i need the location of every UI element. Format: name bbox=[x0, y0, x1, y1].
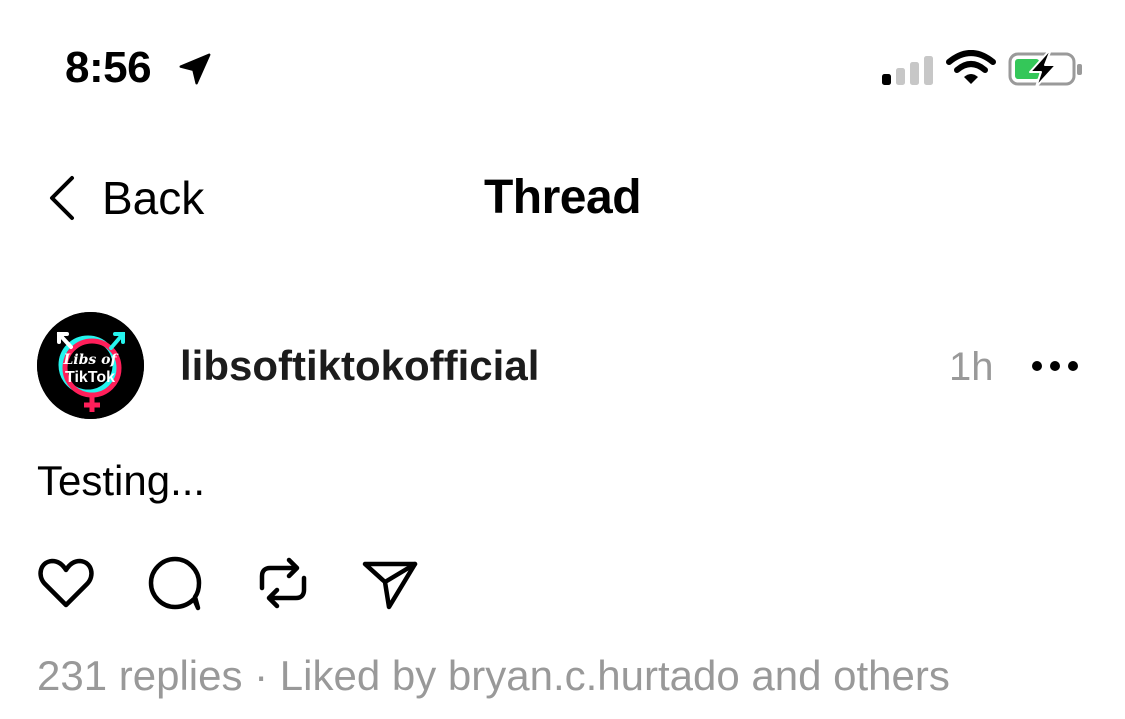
post-text: Testing... bbox=[37, 457, 206, 504]
more-dot-icon bbox=[1068, 361, 1078, 371]
reply-button[interactable] bbox=[144, 552, 206, 614]
thread-screen: 8:56 Back Thread Libs of TikTok libsofti… bbox=[0, 0, 1125, 719]
comment-bubble-icon bbox=[148, 556, 202, 611]
back-label: Back bbox=[102, 172, 205, 224]
back-button[interactable]: Back bbox=[46, 168, 204, 228]
avatar-logo: Libs of TikTok bbox=[37, 312, 144, 419]
signal-bar-4 bbox=[924, 56, 933, 85]
chevron-left-icon bbox=[50, 176, 74, 220]
signal-bar-2 bbox=[896, 68, 905, 85]
repost-icon bbox=[259, 557, 307, 609]
more-options-button[interactable] bbox=[1032, 350, 1078, 382]
status-time: 8:56 bbox=[65, 43, 152, 92]
stats-separator: · bbox=[242, 652, 280, 699]
like-button[interactable] bbox=[35, 552, 97, 614]
liked-by-link[interactable]: Liked by bryan.c.hurtado and others bbox=[280, 652, 950, 699]
signal-bar-3 bbox=[910, 62, 919, 85]
wifi-icon bbox=[946, 50, 996, 84]
post-stats: 231 replies · Liked by bryan.c.hurtado a… bbox=[37, 650, 950, 702]
replies-count-link[interactable]: 231 replies bbox=[37, 652, 242, 699]
avatar-text-line1: Libs of bbox=[62, 352, 119, 368]
post-timestamp: 1h bbox=[949, 345, 994, 389]
send-icon bbox=[362, 561, 418, 610]
repost-button[interactable] bbox=[252, 552, 314, 614]
heart-icon bbox=[38, 558, 94, 608]
more-dot-icon bbox=[1032, 361, 1042, 371]
signal-bar-1 bbox=[882, 74, 891, 85]
cellular-signal-icon bbox=[882, 56, 933, 85]
username-link[interactable]: libsoftiktokofficial bbox=[180, 340, 539, 392]
avatar-text-line2: TikTok bbox=[65, 369, 115, 386]
location-arrow-icon bbox=[179, 53, 211, 85]
avatar[interactable]: Libs of TikTok bbox=[37, 312, 144, 419]
battery-charging-icon bbox=[1008, 51, 1082, 88]
share-button[interactable] bbox=[360, 552, 422, 614]
more-dot-icon bbox=[1050, 361, 1060, 371]
